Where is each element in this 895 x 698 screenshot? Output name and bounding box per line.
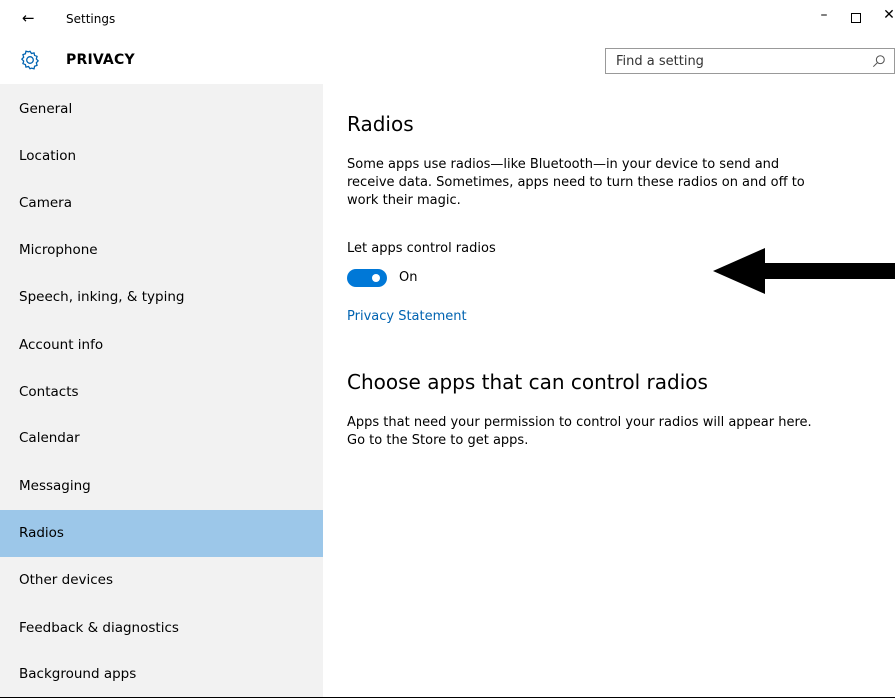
sidebar-item-radios[interactable]: Radios [0,510,323,557]
apps-heading: Choose apps that can control radios [347,370,708,394]
sidebar-item-contacts[interactable]: Contacts [0,369,323,416]
toggle-state-label: On [399,270,418,285]
section-heading: Radios [347,112,414,136]
privacy-statement-link[interactable]: Privacy Statement [347,309,467,324]
window-title: Settings [66,12,116,26]
search-input[interactable] [606,49,856,73]
arrow-annotation-icon [713,248,895,294]
sidebar-item-other-devices[interactable]: Other devices [0,557,323,604]
sidebar-item-calendar[interactable]: Calendar [0,415,323,462]
apps-description: Apps that need your permission to contro… [347,415,812,448]
maximize-icon [851,13,861,23]
sidebar-item-speech[interactable]: Speech, inking, & typing [0,274,323,321]
close-button[interactable]: ✕ [874,7,895,23]
gear-icon [20,50,40,70]
page-title: PRIVACY [66,52,135,68]
main-content: Radios Some apps use radios—like Bluetoo… [323,84,895,697]
sidebar-item-camera[interactable]: Camera [0,180,323,227]
sidebar-item-general[interactable]: General [0,86,323,133]
minimize-button[interactable]: – [809,7,839,23]
sidebar-item-account-info[interactable]: Account info [0,322,323,369]
title-bar: ← Settings – ✕ [0,0,895,40]
maximize-button[interactable] [841,7,871,27]
sidebar-item-location[interactable]: Location [0,133,323,180]
search-icon[interactable] [872,54,886,68]
sidebar-item-feedback[interactable]: Feedback & diagnostics [0,605,323,652]
toggle-label: Let apps control radios [347,241,496,256]
sidebar-item-messaging[interactable]: Messaging [0,463,323,510]
radios-toggle[interactable] [347,269,387,287]
settings-window: ← Settings – ✕ PRIVACY General Location … [0,0,895,697]
sidebar-item-background-apps[interactable]: Background apps [0,651,323,698]
sidebar-item-microphone[interactable]: Microphone [0,227,323,274]
toggle-knob [372,274,380,282]
search-box[interactable] [605,48,895,74]
section-description: Some apps use radios—like Bluetooth—in y… [347,157,805,208]
sidebar: General Location Camera Microphone Speec… [0,84,323,697]
back-arrow-icon[interactable]: ← [22,9,35,27]
